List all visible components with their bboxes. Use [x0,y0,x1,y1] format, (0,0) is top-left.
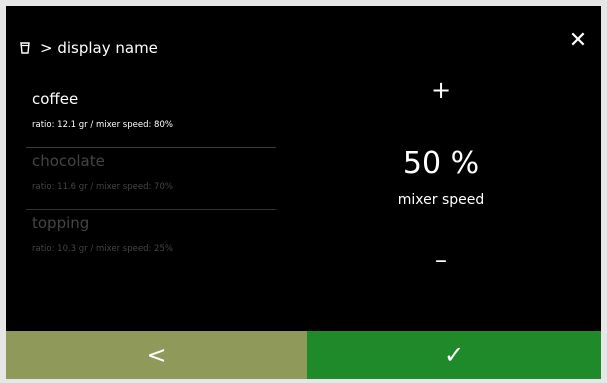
breadcrumb: > display name [40,39,158,57]
list-item-chocolate[interactable]: chocolate ratio: 11.6 gr / mixer speed: … [26,148,276,210]
close-icon[interactable]: ✕ [567,30,589,52]
item-ratio: ratio: 11.6 gr / mixer speed: 70% [32,182,173,192]
list-item-coffee[interactable]: coffee ratio: 12.1 gr / mixer speed: 80% [26,86,276,148]
item-name: topping [32,214,90,232]
cup-icon [20,42,30,54]
header: > display name [20,36,158,60]
increase-button[interactable]: + [356,76,526,104]
confirm-button[interactable]: ✓ [307,331,601,379]
list-item-topping[interactable]: topping ratio: 10.3 gr / mixer speed: 25… [26,210,276,272]
value-label: mixer speed [397,192,485,208]
back-button[interactable]: < [6,331,307,379]
value-adjuster: + 50 % mixer speed – [356,66,526,306]
item-name: coffee [32,90,79,108]
item-name: chocolate [32,152,105,170]
decrease-button[interactable]: – [356,246,526,274]
display-screen: > display name ✕ coffee ratio: 12.1 gr /… [6,6,601,379]
item-ratio: ratio: 12.1 gr / mixer speed: 80% [32,120,173,130]
checkmark-icon: ✓ [443,341,465,369]
item-ratio: ratio: 10.3 gr / mixer speed: 25% [32,244,173,254]
footer-bar: < ✓ [6,331,601,379]
chevron-left-icon: < [146,341,167,369]
ingredient-list: coffee ratio: 12.1 gr / mixer speed: 80%… [26,86,276,272]
value-display: 50 % [402,146,480,181]
